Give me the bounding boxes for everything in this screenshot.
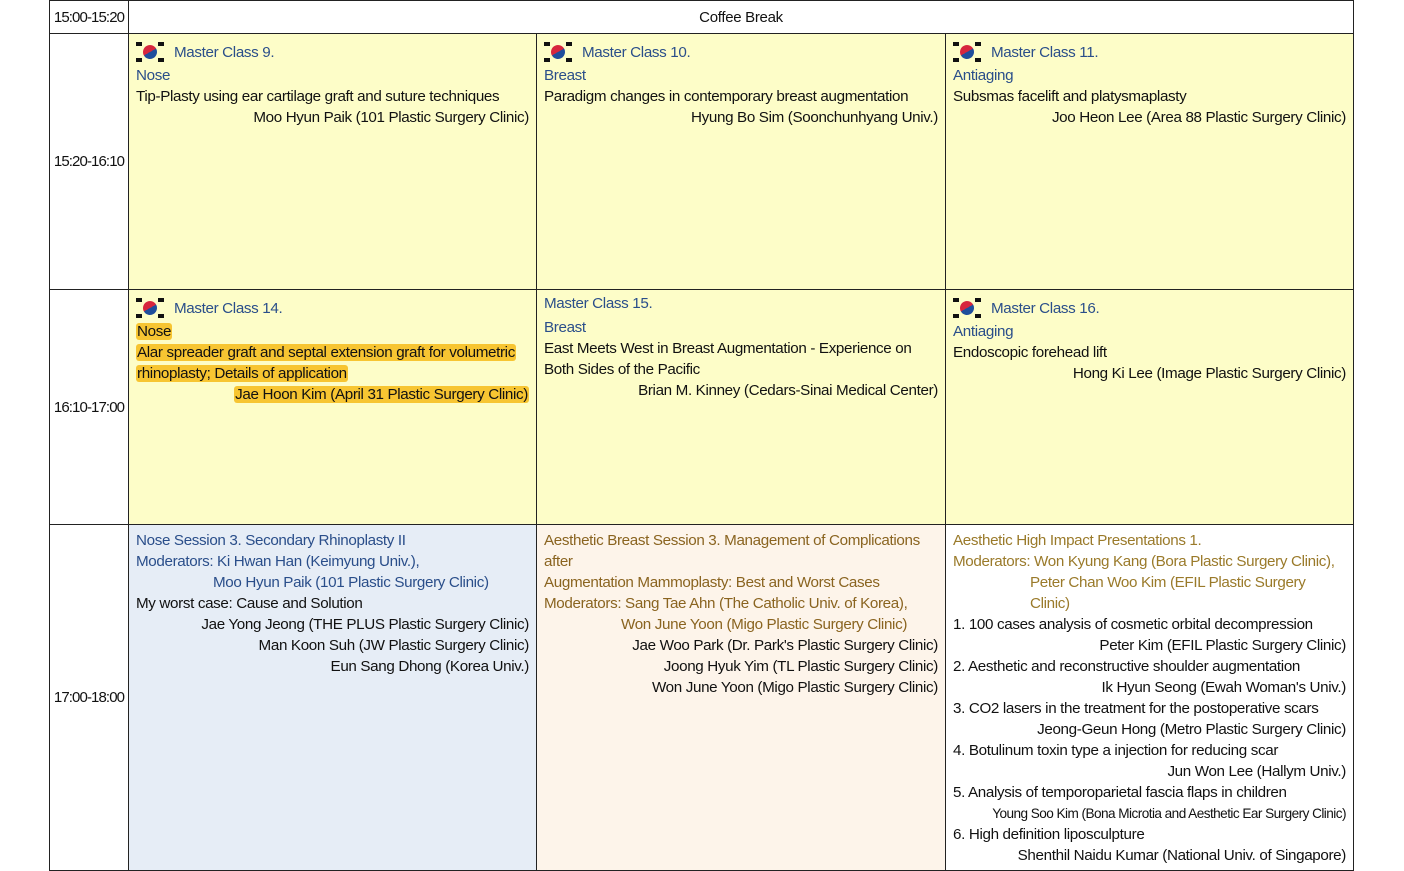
session-topic: Antiaging (953, 67, 1014, 84)
table-row: 16:10-17:00 Master Class 14. Nose Alar s… (49, 289, 1354, 525)
speaker: Jae Yong Jeong (THE PLUS Plastic Surgery… (201, 616, 529, 633)
session-title-cont: Augmentation Mammoplasty: Best and Worst… (544, 574, 880, 591)
speaker: Eun Sang Dhong (Korea Univ.) (330, 658, 530, 675)
session-cell: Aesthetic High Impact Presentations 1. M… (945, 524, 1354, 871)
speaker: Joo Heon Lee (Area 88 Plastic Surgery Cl… (1051, 109, 1346, 126)
session-cell: Master Class 10. Breast Paradigm changes… (536, 33, 946, 290)
talk-title: 6. High definition liposculpture (953, 826, 1145, 843)
korea-flag-icon (953, 298, 981, 318)
talk-title: East Meets West in Breast Augmentation -… (544, 340, 912, 357)
talk-title: Alar spreader graft and septal extension… (136, 344, 516, 361)
talk-title: 5. Analysis of temporoparietal fascia fl… (953, 784, 1287, 801)
moderators: Moderators: Won Kyung Kang (Bora Plastic… (953, 553, 1335, 570)
moderators-cont: Won June Yoon (Migo Plastic Surgery Clin… (621, 616, 908, 633)
session-topic: Nose (136, 323, 173, 340)
korea-flag-icon (953, 42, 981, 62)
time-cell: 15:00-15:20 (49, 0, 129, 34)
table-row: 15:20-16:10 Master Class 9. Nose Tip-Pla… (49, 33, 1354, 290)
session-title: Aesthetic High Impact Presentations 1. (953, 532, 1202, 549)
time-cell: 17:00-18:00 (49, 524, 129, 871)
moderators: Moderators: Ki Hwan Han (Keimyung Univ.)… (136, 553, 420, 570)
speaker: Hyung Bo Sim (Soonchunhyang Univ.) (691, 109, 938, 126)
moderators-cont: Moo Hyun Paik (101 Plastic Surgery Clini… (213, 574, 489, 591)
speaker: Young Soo Kim (Bona Microtia and Aesthet… (992, 806, 1346, 821)
speaker: Brian M. Kinney (Cedars-Sinai Medical Ce… (638, 382, 938, 399)
session-title: Master Class 14. (174, 299, 283, 317)
talk-title: Tip-Plasty using ear cartilage graft and… (136, 88, 500, 105)
korea-flag-icon (136, 298, 164, 318)
speaker: Jae Woo Park (Dr. Park's Plastic Surgery… (632, 637, 938, 654)
session-title: Aesthetic Breast Session 3. Management o… (544, 532, 920, 570)
moderators-cont: Peter Chan Woo Kim (EFIL Plastic Surgery… (1030, 574, 1306, 612)
program-table: 15:00-15:20 Coffee Break 15:20-16:10 Mas… (49, 0, 1354, 871)
session-cell: Master Class 15. Breast East Meets West … (536, 289, 946, 525)
talk-title-cont: Both Sides of the Pacific (544, 361, 700, 378)
talk-title: Subsmas facelift and platysmaplasty (953, 88, 1187, 105)
speaker: Jeong-Geun Hong (Metro Plastic Surgery C… (1037, 721, 1346, 738)
session-topic: Breast (544, 319, 586, 336)
table-row: 17:00-18:00 Nose Session 3. Secondary Rh… (49, 524, 1354, 871)
session-title: Master Class 11. (991, 43, 1099, 61)
table-row: 15:00-15:20 Coffee Break (49, 0, 1354, 34)
session-cell: Aesthetic Breast Session 3. Management o… (536, 524, 946, 871)
talk-title: 2. Aesthetic and reconstructive shoulder… (953, 658, 1301, 675)
moderators: Moderators: Sang Tae Ahn (The Catholic U… (544, 595, 908, 612)
speaker: Jun Won Lee (Hallym Univ.) (1167, 763, 1346, 780)
session-title: Master Class 10. (582, 43, 691, 61)
speaker: Moo Hyun Paik (101 Plastic Surgery Clini… (253, 109, 529, 126)
speaker: Won June Yoon (Migo Plastic Surgery Clin… (651, 679, 938, 696)
session-cell: Master Class 14. Nose Alar spreader graf… (128, 289, 537, 525)
speaker: Man Koon Suh (JW Plastic Surgery Clinic) (258, 637, 530, 654)
session-title: Master Class 15. (544, 295, 653, 312)
speaker: Ik Hyun Seong (Ewah Woman's Univ.) (1101, 679, 1346, 696)
speaker: Joong Hyuk Yim (TL Plastic Surgery Clini… (663, 658, 939, 675)
session-topic: Breast (544, 67, 586, 84)
talk-title: Endoscopic forehead lift (953, 344, 1107, 361)
talk-title: 3. CO2 lasers in the treatment for the p… (953, 700, 1319, 717)
session-title: Master Class 16. (991, 299, 1100, 317)
coffee-break: Coffee Break (128, 0, 1354, 34)
session-topic: Nose (136, 67, 171, 84)
time-cell: 16:10-17:00 (49, 289, 129, 525)
talk-title: My worst case: Cause and Solution (136, 595, 363, 612)
korea-flag-icon (136, 42, 164, 62)
session-cell: Master Class 16. Antiaging Endoscopic fo… (945, 289, 1354, 525)
session-title: Nose Session 3. Secondary Rhinoplasty II (136, 532, 406, 549)
speaker: Jae Hoon Kim (April 31 Plastic Surgery C… (234, 386, 529, 403)
speaker: Peter Kim (EFIL Plastic Surgery Clinic) (1099, 637, 1346, 654)
session-topic: Antiaging (953, 323, 1014, 340)
speaker: Hong Ki Lee (Image Plastic Surgery Clini… (1072, 365, 1346, 382)
time-cell: 15:20-16:10 (49, 33, 129, 290)
talk-title: 1. 100 cases analysis of cosmetic orbita… (953, 616, 1313, 633)
session-cell: Nose Session 3. Secondary Rhinoplasty II… (128, 524, 537, 871)
session-cell: Master Class 9. Nose Tip-Plasty using ea… (128, 33, 537, 290)
korea-flag-icon (544, 42, 572, 62)
speaker: Shenthil Naidu Kumar (National Univ. of … (1017, 847, 1347, 864)
session-title: Master Class 9. (174, 43, 275, 61)
talk-title: Paradigm changes in contemporary breast … (544, 88, 909, 105)
session-cell: Master Class 11. Antiaging Subsmas facel… (945, 33, 1354, 290)
talk-title: 4. Botulinum toxin type a injection for … (953, 742, 1279, 759)
talk-title-cont: rhinoplasty; Details of application (136, 365, 348, 382)
